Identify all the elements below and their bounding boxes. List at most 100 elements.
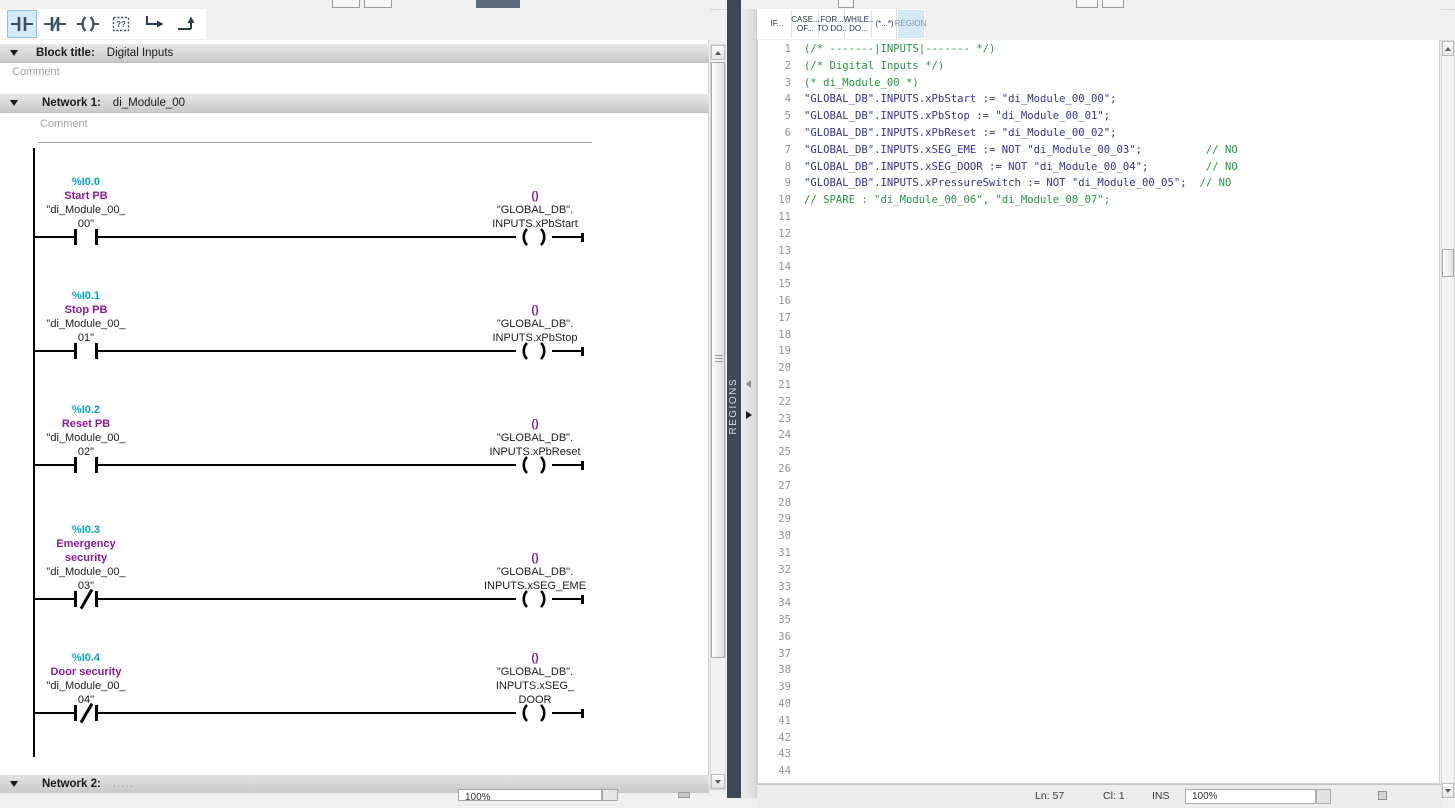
contact-address[interactable]: %I0.3 [24,523,148,537]
code-line[interactable]: 36 [758,631,1439,648]
coil-operand[interactable]: "GLOBAL_DB". [473,317,597,331]
scl-code-area[interactable]: 1(/* -------|INPUTS|------- */)2(/* Digi… [757,40,1440,784]
contact-open-symbol[interactable] [74,457,98,473]
insert-region-button[interactable]: REGION [898,10,924,38]
code-line[interactable]: 16 [758,295,1439,312]
code-line[interactable]: 32 [758,564,1439,581]
insert-comment-button[interactable]: (*...*) [873,10,897,38]
code-line[interactable]: 12 [758,228,1439,245]
code-line[interactable]: 41 [758,715,1439,732]
network1-comment-field[interactable]: Comment [40,118,88,130]
code-line[interactable]: 40 [758,698,1439,715]
code-line[interactable]: 37 [758,648,1439,665]
block-title-bar[interactable]: Block title: Digital Inputs [0,44,709,63]
code-line[interactable]: 42 [758,732,1439,749]
code-line[interactable]: 9"GLOBAL_DB".INPUTS.xPressureSwitch := N… [758,177,1439,194]
coil-symbol[interactable] [516,227,552,247]
code-line[interactable]: 38 [758,664,1439,681]
coil-address-placeholder[interactable]: () [473,189,597,203]
insert-if-button[interactable]: IF... [763,10,792,38]
scrollbar-thumb[interactable] [711,62,725,658]
insert-coil-button[interactable] [73,10,103,38]
contact-operand[interactable]: "di_Module_00_ [24,431,148,445]
code-line[interactable]: 26 [758,463,1439,480]
code-line[interactable]: 19 [758,345,1439,362]
contact-operand[interactable]: "di_Module_00_ [24,317,148,331]
code-line[interactable]: 6"GLOBAL_DB".INPUTS.xPbReset := "di_Modu… [758,127,1439,144]
coil-address-placeholder[interactable]: () [473,651,597,665]
code-line[interactable]: 34 [758,597,1439,614]
contact-address[interactable]: %I0.0 [24,175,148,189]
panel-splitter[interactable] [741,9,757,798]
coil-operand[interactable]: "GLOBAL_DB". [473,565,597,579]
contact-operand[interactable]: "di_Module_00_ [24,203,148,217]
code-line[interactable]: 2(/* Digital Inputs */) [758,60,1439,77]
insert-case-button[interactable]: CASE... OF... [793,10,819,38]
coil-symbol[interactable] [516,455,552,475]
code-line[interactable]: 24 [758,429,1439,446]
ladder-rung[interactable]: %I0.3 Emergency security "di_Module_00_ … [0,501,640,601]
lad-vertical-scrollbar[interactable] [710,44,726,790]
code-line[interactable]: 39 [758,681,1439,698]
code-line[interactable]: 10// SPARE : "di_Module_00_06", "di_Modu… [758,194,1439,211]
regions-collapsed-pane[interactable]: REGIONS [727,0,741,798]
contact-address[interactable]: %I0.4 [24,651,148,665]
splitter-collapse-icon[interactable] [746,380,751,388]
code-line[interactable]: 5"GLOBAL_DB".INPUTS.xPbStop := "di_Modul… [758,110,1439,127]
scl-zoom-select[interactable]: 100% [1185,789,1316,804]
insert-contact-open-button[interactable] [7,10,37,38]
ladder-rung[interactable]: %I0.1 Stop PB "di_Module_00_ 01" () "GLO… [0,253,640,353]
code-line[interactable]: 29 [758,513,1439,530]
close-branch-button[interactable] [172,10,202,38]
ladder-rung[interactable]: %I0.0 Start PB "di_Module_00_ 00" () "GL… [0,139,640,239]
code-line[interactable]: 31 [758,547,1439,564]
coil-operand[interactable]: INPUTS.xSEG_ [473,679,597,693]
code-line[interactable]: 17 [758,312,1439,329]
collapse-triangle-icon[interactable] [10,781,18,787]
code-line[interactable]: 27 [758,480,1439,497]
lad-zoom-dropdown-button[interactable] [602,789,618,801]
contact-address[interactable]: %I0.2 [24,403,148,417]
code-line[interactable]: 4"GLOBAL_DB".INPUTS.xPbStart := "di_Modu… [758,93,1439,110]
code-line[interactable]: 14 [758,261,1439,278]
insert-while-button[interactable]: WHILE.. DO... [846,10,872,38]
code-line[interactable]: 25 [758,446,1439,463]
coil-symbol[interactable] [516,589,552,609]
contact-open-symbol[interactable] [74,343,98,359]
insert-contact-closed-button[interactable] [40,10,70,38]
coil-address-placeholder[interactable]: () [473,303,597,317]
code-line[interactable]: 7"GLOBAL_DB".INPUTS.xSEG_EME := NOT "di_… [758,144,1439,161]
code-line[interactable]: 22 [758,396,1439,413]
coil-operand[interactable]: "GLOBAL_DB". [473,203,597,217]
coil-address-placeholder[interactable]: () [473,417,597,431]
contact-operand[interactable]: "di_Module_00_ [24,565,148,579]
code-line[interactable]: 43 [758,748,1439,765]
contact-closed-symbol[interactable] [74,591,98,607]
contact-open-symbol[interactable] [74,229,98,245]
scl-zoom-dropdown-button[interactable] [1316,789,1331,804]
code-line[interactable]: 35 [758,614,1439,631]
code-line[interactable]: 1(/* -------|INPUTS|------- */) [758,43,1439,60]
code-line[interactable]: 21 [758,379,1439,396]
coil-address-placeholder[interactable]: () [473,551,597,565]
code-line[interactable]: 30 [758,530,1439,547]
code-line[interactable]: 3(* di_Module_00 *) [758,77,1439,94]
collapse-triangle-icon[interactable] [10,100,18,106]
scroll-down-button[interactable] [711,774,725,789]
block-comment-field[interactable]: Comment [12,66,60,78]
code-line[interactable]: 28 [758,497,1439,514]
scroll-down-button[interactable] [1442,783,1454,798]
splitter-expand-icon[interactable] [746,411,752,419]
network1-title-bar[interactable]: Network 1: di_Module_00 [0,94,709,113]
contact-closed-symbol[interactable] [74,705,98,721]
ladder-rung[interactable]: %I0.2 Reset PB "di_Module_00_ 02" () "GL… [0,367,640,467]
collapse-triangle-icon[interactable] [10,50,18,56]
code-line[interactable]: 15 [758,278,1439,295]
lad-zoom-select[interactable]: 100% [458,789,602,801]
code-line[interactable]: 13 [758,245,1439,262]
scroll-up-button[interactable] [711,45,725,60]
contact-address[interactable]: %I0.1 [24,289,148,303]
code-line[interactable]: 8"GLOBAL_DB".INPUTS.xSEG_DOOR := NOT "di… [758,161,1439,178]
ladder-rung[interactable]: %I0.4 Door security "di_Module_00_ 04" (… [0,615,640,715]
coil-symbol[interactable] [516,341,552,361]
